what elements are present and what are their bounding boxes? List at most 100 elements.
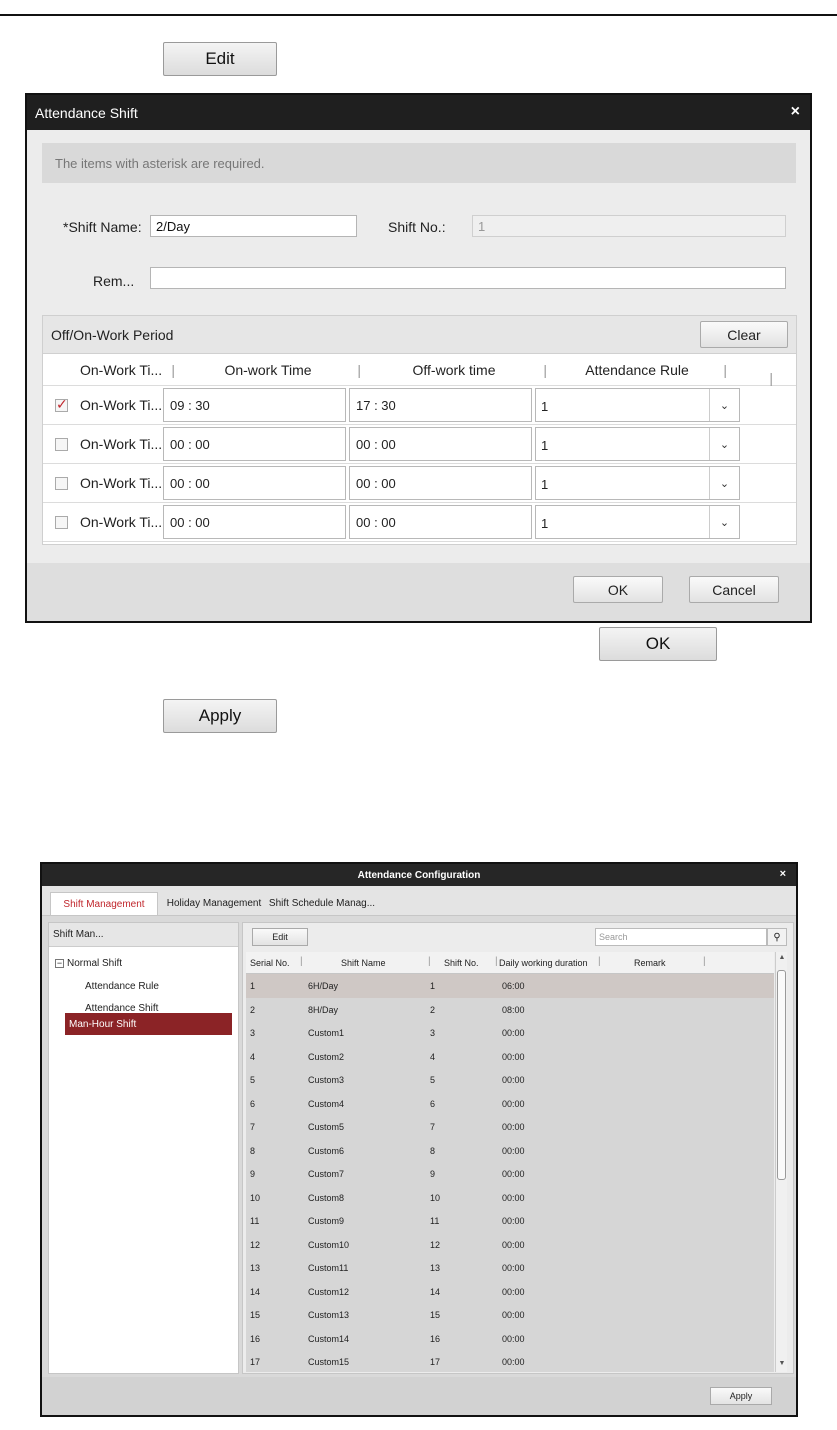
chevron-down-icon[interactable]: ⌄ xyxy=(709,389,739,421)
cell-shift-no: 13 xyxy=(430,1263,441,1273)
table-row[interactable]: 14 Custom12 14 00:00 xyxy=(246,1280,774,1304)
attendance-rule-select[interactable]: 1 ⌄ xyxy=(535,466,740,500)
column-separator: | xyxy=(598,956,601,967)
cell-serial-no: 6 xyxy=(250,1098,256,1109)
period-row: On-Work Ti... 00 : 00 00 : 00 1 ⌄ xyxy=(43,425,796,464)
ok-button[interactable]: OK xyxy=(573,576,663,603)
on-work-time-input[interactable]: 00 : 00 xyxy=(163,466,346,500)
table-row[interactable]: 17 Custom15 17 00:00 xyxy=(246,1350,774,1372)
off-work-time-input[interactable]: 00 : 00 xyxy=(349,466,532,500)
shift-name-label: *Shift Name: xyxy=(63,219,142,235)
table-row[interactable]: 4 Custom2 4 00:00 xyxy=(246,1045,774,1069)
remark-input[interactable] xyxy=(150,267,786,289)
close-icon[interactable]: × xyxy=(780,868,786,880)
table-row[interactable]: 13 Custom11 13 00:00 xyxy=(246,1256,774,1280)
table-row[interactable]: 9 Custom7 9 00:00 xyxy=(246,1162,774,1186)
cancel-button[interactable]: Cancel xyxy=(689,576,779,603)
remark-label: Rem... xyxy=(93,273,135,289)
attendance-rule-select[interactable]: 1 ⌄ xyxy=(535,505,740,539)
shift-name-input[interactable]: 2/Day xyxy=(150,215,357,237)
close-icon[interactable]: × xyxy=(791,103,800,121)
doc-ok-button[interactable]: OK xyxy=(599,627,717,661)
row-checkbox[interactable] xyxy=(55,515,68,529)
shift-no-input: 1 xyxy=(472,215,786,237)
tab-holiday-management[interactable]: Holiday Management xyxy=(164,892,264,915)
off-work-time-input[interactable]: 17 : 30 xyxy=(349,388,532,422)
tab-shift-schedule-management[interactable]: Shift Schedule Manag... xyxy=(268,892,376,915)
off-work-time-input[interactable]: 00 : 00 xyxy=(349,427,532,461)
tree-item-man-hour-shift[interactable]: Man-Hour Shift xyxy=(65,1013,232,1035)
tab-shift-management[interactable]: Shift Management xyxy=(50,892,158,915)
shift-no-label: Shift No.: xyxy=(388,219,446,235)
chevron-down-icon[interactable]: ⌄ xyxy=(709,506,739,538)
table-row[interactable]: 1 6H/Day 1 06:00 xyxy=(246,974,774,998)
cell-daily-duration: 00:00 xyxy=(502,1357,525,1367)
row-checkbox[interactable] xyxy=(55,476,68,490)
off-work-time-input[interactable]: 00 : 00 xyxy=(349,505,532,539)
cell-shift-no: 15 xyxy=(430,1310,441,1320)
cell-daily-duration: 00:00 xyxy=(502,1075,525,1085)
vertical-scrollbar[interactable]: ▲ ▼ xyxy=(775,952,787,1372)
edit-button[interactable]: Edit xyxy=(252,928,308,946)
cell-shift-name: Custom3 xyxy=(308,1075,345,1085)
attendance-rule-value: 1 xyxy=(541,399,549,414)
table-row[interactable]: 6 Custom4 6 00:00 xyxy=(246,1092,774,1116)
cell-daily-duration: 00:00 xyxy=(502,1286,525,1297)
scroll-up-icon[interactable]: ▲ xyxy=(776,954,788,964)
cell-shift-name: Custom4 xyxy=(308,1098,345,1109)
table-row[interactable]: 15 Custom13 15 00:00 xyxy=(246,1303,774,1327)
collapse-icon[interactable]: − xyxy=(55,958,64,968)
period-row: On-Work Ti... 09 : 30 17 : 30 1 ⌄ xyxy=(43,386,796,425)
chevron-down-icon[interactable]: ⌄ xyxy=(709,467,739,499)
cell-daily-duration: 00:00 xyxy=(502,1145,525,1156)
cell-daily-duration: 00:00 xyxy=(502,1333,525,1344)
row-checkbox[interactable] xyxy=(55,396,68,413)
table-row[interactable]: 11 Custom9 11 00:00 xyxy=(246,1209,774,1233)
cell-shift-no: 3 xyxy=(430,1028,436,1038)
table-row[interactable]: 7 Custom5 7 00:00 xyxy=(246,1115,774,1139)
on-work-time-input[interactable]: 00 : 00 xyxy=(163,427,346,461)
cell-daily-duration: 00:00 xyxy=(502,1051,525,1062)
cell-shift-no: 10 xyxy=(430,1192,441,1203)
on-work-time-input[interactable]: 09 : 30 xyxy=(163,388,346,422)
apply-button[interactable]: Apply xyxy=(710,1387,772,1405)
column-separator: | xyxy=(428,956,431,967)
cell-daily-duration: 00:00 xyxy=(502,1098,525,1109)
cell-serial-no: 13 xyxy=(250,1263,261,1273)
shift-table-body: 1 6H/Day 1 06:00 2 8H/Day 2 08:00 3 Custom1 3 00:00… xyxy=(246,974,774,1372)
row-checkbox[interactable] xyxy=(55,437,68,451)
scrollbar-thumb[interactable] xyxy=(777,970,786,1180)
scroll-down-icon[interactable]: ▼ xyxy=(776,1360,788,1370)
doc-apply-button[interactable]: Apply xyxy=(163,699,277,733)
tree-item-normal-shift[interactable]: − Normal Shift xyxy=(55,958,122,969)
attendance-rule-select[interactable]: 1 ⌄ xyxy=(535,388,740,422)
cell-shift-no: 11 xyxy=(430,1216,440,1226)
cell-shift-name: Custom5 xyxy=(308,1122,345,1132)
period-name: On-Work Ti... xyxy=(80,514,163,530)
chevron-down-icon[interactable]: ⌄ xyxy=(709,428,739,460)
col-header-daily-duration: Daily working duration xyxy=(499,958,588,968)
cell-serial-no: 12 xyxy=(250,1239,261,1250)
window-footer: Apply xyxy=(42,1377,796,1415)
cell-daily-duration: 00:00 xyxy=(502,1263,525,1273)
cell-shift-name: Custom7 xyxy=(308,1169,345,1179)
clear-button[interactable]: Clear xyxy=(700,321,788,348)
attendance-rule-select[interactable]: 1 ⌄ xyxy=(535,427,740,461)
table-row[interactable]: 16 Custom14 16 00:00 xyxy=(246,1327,774,1351)
cell-shift-no: 2 xyxy=(430,1004,436,1015)
table-row[interactable]: 12 Custom10 12 00:00 xyxy=(246,1233,774,1257)
attendance-rule-value: 1 xyxy=(541,477,549,492)
cell-shift-no: 6 xyxy=(430,1098,436,1109)
search-input[interactable]: Search xyxy=(595,928,767,946)
cell-shift-name: Custom14 xyxy=(308,1333,350,1344)
attendance-rule-value: 1 xyxy=(541,438,549,453)
table-row[interactable]: 8 Custom6 8 00:00 xyxy=(246,1139,774,1163)
table-row[interactable]: 10 Custom8 10 00:00 xyxy=(246,1186,774,1210)
on-work-time-input[interactable]: 00 : 00 xyxy=(163,505,346,539)
table-row[interactable]: 5 Custom3 5 00:00 xyxy=(246,1068,774,1092)
tree-item-attendance-rule[interactable]: Attendance Rule xyxy=(85,981,159,992)
table-row[interactable]: 2 8H/Day 2 08:00 xyxy=(246,998,774,1022)
search-icon[interactable]: ⚲ xyxy=(767,928,787,946)
table-row[interactable]: 3 Custom1 3 00:00 xyxy=(246,1021,774,1045)
doc-edit-button[interactable]: Edit xyxy=(163,42,277,76)
